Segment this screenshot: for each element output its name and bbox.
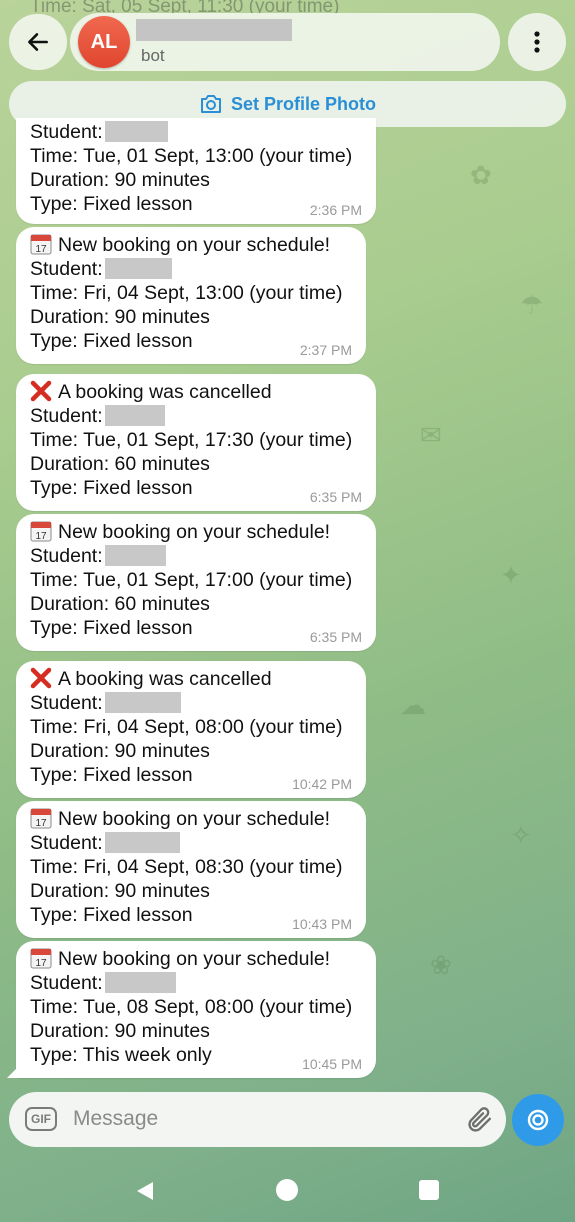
message-title: A booking was cancelled [30, 667, 352, 691]
student-line: Student: [30, 831, 352, 855]
back-button[interactable] [9, 14, 67, 70]
student-label: Student: [30, 832, 103, 854]
message-timestamp: 6:35 PM [309, 629, 362, 645]
time-line: Time: Fri, 04 Sept, 13:00 (your time) [30, 282, 343, 304]
student-name-redacted [104, 121, 168, 142]
student-line: Student: [30, 404, 362, 428]
chat-header[interactable]: AL bot [70, 13, 500, 71]
student-label: Student: [30, 972, 103, 994]
message-title-text: New booking on your schedule! [58, 948, 331, 970]
student-name-redacted [104, 258, 172, 279]
svg-text:17: 17 [35, 818, 47, 829]
cross-mark-icon [30, 380, 52, 402]
camera-icon [200, 95, 221, 113]
message-bubble[interactable]: A booking was cancelled Student: Time: Tue… [16, 374, 376, 511]
wallpaper-doodle: ✿ [470, 160, 492, 190]
duration-line: Duration: 60 minutes [30, 453, 210, 475]
chat-name-redacted [136, 19, 292, 41]
time-line: Time: Tue, 01 Sept, 13:00 (your time) [30, 145, 353, 167]
student-label: Student: [30, 692, 103, 714]
message-input[interactable]: Message [73, 1107, 158, 1131]
wallpaper-doodle: ☂ [520, 290, 544, 320]
message-title-text: New booking on your schedule! [58, 521, 331, 543]
message-bubble[interactable]: Student: Time: Tue, 01 Sept, 13:00 (your … [16, 118, 376, 224]
student-line: Student: [30, 971, 362, 995]
student-line: Student: [30, 544, 362, 568]
message-title: 17 New booking on your schedule! [30, 520, 362, 544]
wallpaper-doodle: ☁ [400, 690, 426, 720]
message-input-bar[interactable]: GIF Message [9, 1092, 506, 1147]
duration-line: Duration: 90 minutes [30, 1020, 210, 1042]
message-timestamp: 6:35 PM [309, 489, 362, 505]
message-timestamp: 2:37 PM [299, 342, 352, 358]
time-line: Time: Tue, 01 Sept, 17:30 (your time) [30, 429, 353, 451]
message-bubble[interactable]: 17 New booking on your schedule! Student: T… [16, 227, 366, 364]
message-title-text: A booking was cancelled [58, 668, 272, 690]
wallpaper-doodle: ✧ [510, 820, 532, 850]
gif-icon[interactable]: GIF [25, 1107, 57, 1131]
student-line: Student: [30, 691, 352, 715]
message-bubble[interactable]: 17 New booking on your schedule! Student: T… [7, 941, 376, 1078]
student-name-redacted [104, 545, 166, 566]
message-bubble[interactable]: 17 New booking on your schedule! Student: T… [16, 801, 366, 938]
message-title: A booking was cancelled [30, 380, 362, 404]
set-profile-photo-label: Set Profile Photo [230, 93, 376, 114]
message-bubble[interactable]: 17 New booking on your schedule! Student: T… [16, 514, 376, 651]
student-line: Student: [30, 257, 352, 281]
calendar-icon: 17 [30, 807, 52, 829]
duration-line: Duration: 90 minutes [30, 169, 210, 191]
message-timestamp: 10:45 PM [302, 1056, 362, 1072]
student-label: Student: [30, 121, 103, 143]
student-name-redacted [104, 405, 165, 426]
calendar-icon: 17 [30, 947, 52, 969]
avatar[interactable]: AL [78, 16, 130, 68]
bubble-tail [7, 1064, 21, 1078]
student-label: Student: [30, 258, 103, 280]
message-timestamp: 10:42 PM [292, 776, 352, 792]
message-timestamp: 2:36 PM [309, 202, 362, 218]
wallpaper-doodle: ✦ [500, 560, 522, 590]
paperclip-icon[interactable] [465, 1104, 495, 1136]
time-line: Time: Fri, 04 Sept, 08:00 (your time) [30, 716, 343, 738]
camera-lens-icon [527, 1109, 549, 1131]
message-title: 17 New booking on your schedule! [30, 807, 352, 831]
more-options-button[interactable] [508, 13, 566, 71]
nav-home-icon[interactable] [276, 1179, 298, 1201]
more-vertical-icon [534, 31, 540, 53]
wallpaper-doodle: ✉ [420, 420, 442, 450]
camera-button[interactable] [512, 1094, 564, 1146]
svg-text:17: 17 [35, 244, 47, 255]
time-line: Time: Tue, 01 Sept, 17:00 (your time) [30, 569, 353, 591]
time-line: Time: Tue, 08 Sept, 08:00 (your time) [30, 996, 353, 1018]
duration-line: Duration: 60 minutes [30, 593, 210, 615]
message-title: 17 New booking on your schedule! [30, 233, 352, 257]
message-title-text: New booking on your schedule! [58, 808, 331, 830]
cross-mark-icon [30, 667, 52, 689]
calendar-icon: 17 [30, 520, 52, 542]
svg-text:17: 17 [35, 958, 47, 969]
student-name-redacted [104, 832, 180, 853]
wallpaper-doodle: ❀ [430, 950, 452, 980]
nav-recents-icon[interactable] [419, 1180, 439, 1200]
student-name-redacted [104, 972, 176, 993]
message-title-text: A booking was cancelled [58, 381, 272, 403]
nav-back-icon[interactable] [134, 1180, 156, 1202]
student-label: Student: [30, 545, 103, 567]
duration-line: Duration: 90 minutes [30, 740, 210, 762]
student-line: Student: [30, 120, 362, 144]
duration-line: Duration: 90 minutes [30, 306, 210, 328]
message-title-text: New booking on your schedule! [58, 234, 331, 256]
student-name-redacted [104, 692, 181, 713]
message-timestamp: 10:43 PM [292, 916, 352, 932]
chat-subtitle: bot [141, 46, 165, 65]
arrow-left-icon [28, 33, 48, 51]
svg-text:17: 17 [35, 531, 47, 542]
message-title: 17 New booking on your schedule! [30, 947, 362, 971]
system-navigation-bar [0, 1160, 575, 1222]
time-line: Time: Fri, 04 Sept, 08:30 (your time) [30, 856, 343, 878]
student-label: Student: [30, 405, 103, 427]
message-bubble[interactable]: A booking was cancelled Student: Time: Fri… [16, 661, 366, 798]
duration-line: Duration: 90 minutes [30, 880, 210, 902]
calendar-icon: 17 [30, 233, 52, 255]
